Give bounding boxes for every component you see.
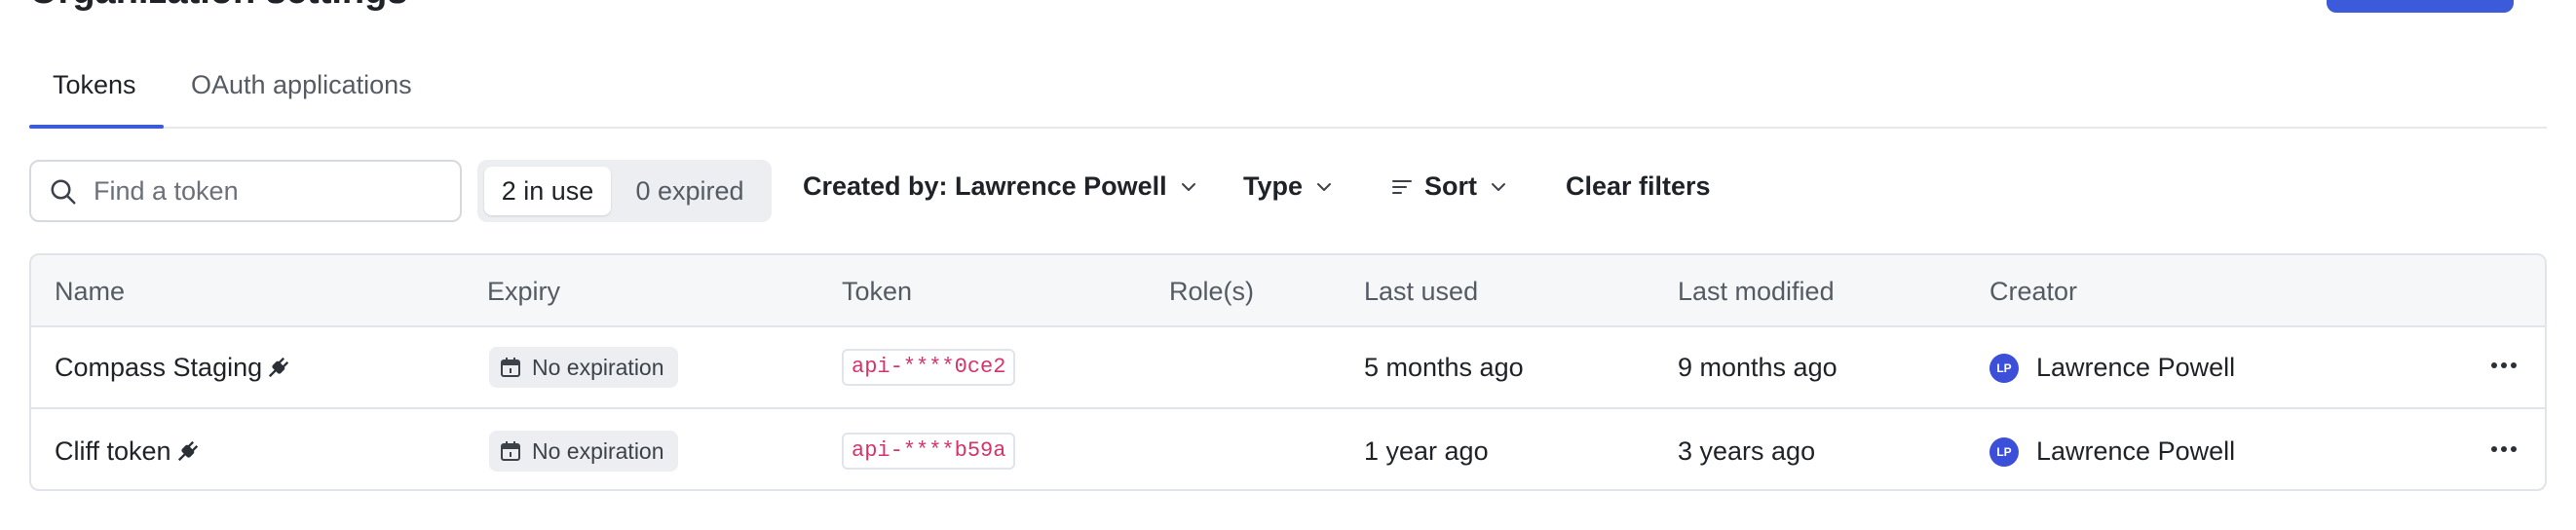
clear-filters-button[interactable]: Clear filters — [1566, 171, 1711, 202]
table-row[interactable]: Compass Staging No expiration api-****0c — [31, 327, 2545, 409]
column-header-expiry: Expiry — [487, 277, 561, 306]
chevron-down-icon — [1317, 182, 1332, 191]
plug-icon — [269, 357, 289, 377]
page-title: Organization settings — [29, 0, 407, 13]
expiry-badge: No expiration — [489, 431, 678, 472]
last-modified-cell: 9 months ago — [1678, 353, 1837, 382]
last-modified-cell: 3 years ago — [1678, 436, 1816, 466]
expiry-text: No expiration — [532, 437, 664, 464]
tab-bar: Tokens OAuth applications — [29, 58, 2547, 129]
tab-tokens[interactable]: Tokens — [53, 70, 136, 100]
more-horizontal-icon[interactable] — [2484, 351, 2523, 380]
calendar-icon — [501, 358, 520, 377]
avatar: LP — [1989, 436, 2019, 467]
tab-oauth-applications[interactable]: OAuth applications — [191, 70, 412, 100]
more-horizontal-icon[interactable] — [2484, 435, 2523, 464]
token-value[interactable]: api-****0ce2 — [842, 349, 1016, 386]
sort-menu[interactable]: Sort — [1391, 171, 1508, 202]
primary-action-button[interactable] — [2327, 0, 2514, 13]
chevron-down-icon — [1492, 182, 1505, 191]
table-row[interactable]: Cliff token No expiration api-****b59a 1… — [31, 411, 2545, 489]
token-name: Compass Staging — [55, 353, 263, 382]
column-header-last-modified: Last modified — [1678, 277, 1835, 306]
last-used-cell: 5 months ago — [1364, 353, 1524, 382]
type-filter-label: Type — [1243, 171, 1304, 201]
table-header: Name Expiry Token Role(s) Last used Last… — [31, 255, 2545, 327]
token-value[interactable]: api-****b59a — [842, 433, 1016, 470]
creator-cell: LP Lawrence Powell — [1989, 436, 2235, 467]
creator-name: Lawrence Powell — [2036, 436, 2236, 466]
tokens-table: Name Expiry Token Role(s) Last used Last… — [29, 253, 2547, 491]
creator-name: Lawrence Powell — [2036, 353, 2236, 382]
token-name: Cliff token — [55, 436, 171, 466]
created-by-filter[interactable]: Created by: Lawrence Powell — [803, 171, 1198, 202]
expiry-badge: No expiration — [489, 347, 678, 388]
sort-menu-label: Sort — [1424, 171, 1477, 201]
status-segmented-control: 2 in use 0 expired — [477, 160, 772, 222]
column-header-name: Name — [55, 277, 126, 306]
token-name-cell: Cliff token — [55, 436, 201, 467]
expiry-text: No expiration — [532, 354, 664, 380]
creator-cell: LP Lawrence Powell — [1989, 353, 2235, 383]
column-header-roles: Role(s) — [1169, 277, 1255, 306]
column-header-token: Token — [842, 277, 913, 306]
created-by-filter-label: Created by: Lawrence Powell — [803, 171, 1167, 201]
plug-icon — [177, 440, 198, 461]
last-used-cell: 1 year ago — [1364, 436, 1489, 466]
sort-icon — [1392, 179, 1412, 194]
expired-toggle[interactable]: 0 expired — [614, 167, 766, 215]
column-header-creator: Creator — [1989, 277, 2078, 306]
search-input[interactable] — [94, 171, 444, 210]
type-filter[interactable]: Type — [1243, 171, 1334, 202]
token-name-cell: Compass Staging — [55, 353, 291, 383]
chevron-down-icon — [1181, 182, 1195, 191]
search-box[interactable] — [29, 160, 462, 222]
column-header-last-used: Last used — [1364, 277, 1479, 306]
active-tab-indicator — [29, 125, 164, 129]
avatar: LP — [1989, 353, 2019, 383]
calendar-icon — [501, 441, 520, 461]
in-use-toggle[interactable]: 2 in use — [484, 167, 611, 215]
search-icon — [51, 179, 76, 205]
